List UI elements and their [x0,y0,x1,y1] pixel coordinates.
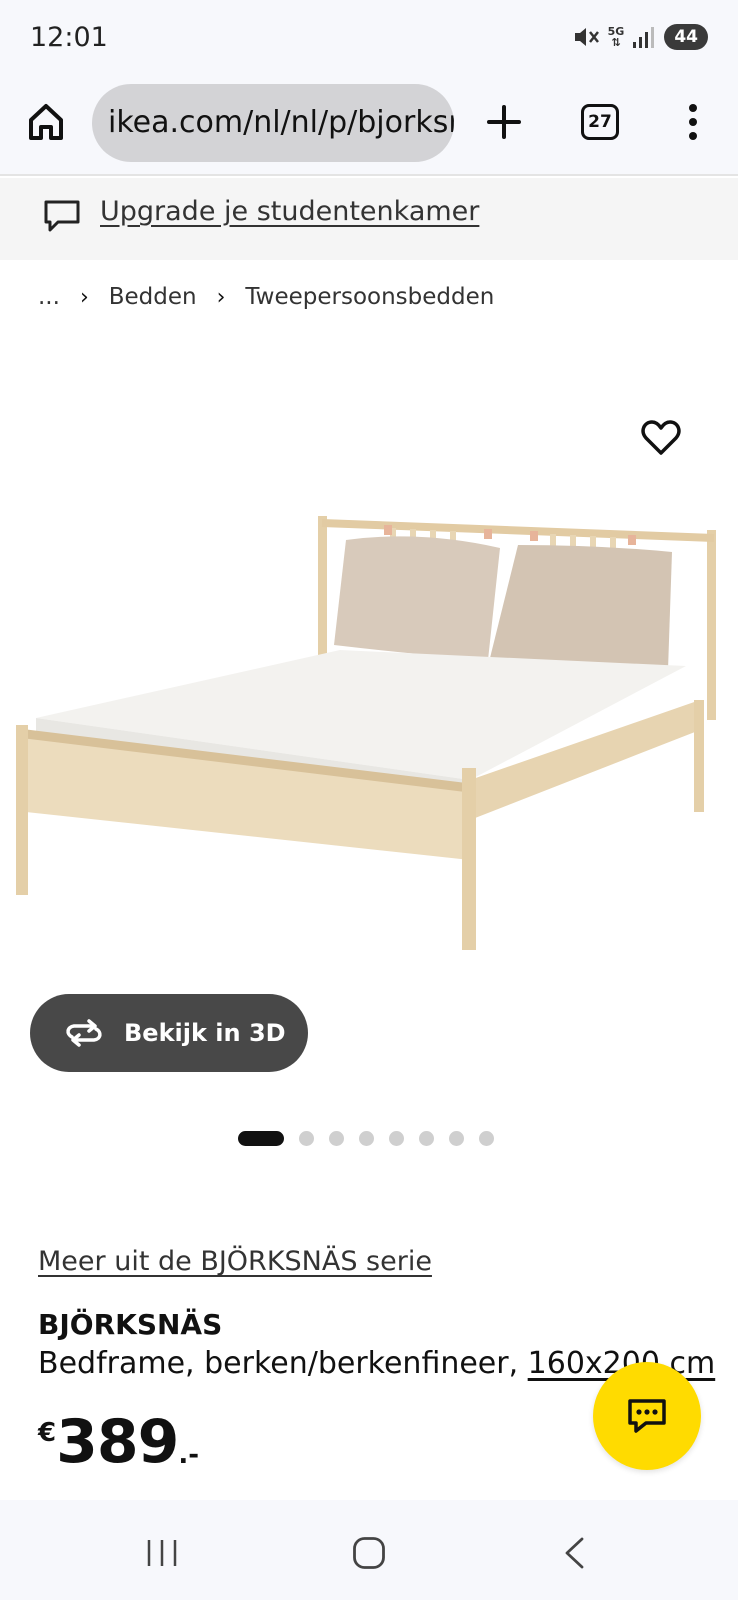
status-bar: 12:01 5G ⇅ 44 [0,0,738,78]
signal-icon [633,27,655,48]
home-icon[interactable] [26,100,66,144]
carousel-dot[interactable] [389,1131,404,1146]
browser-toolbar: ikea.com/nl/nl/p/bjorksnas-bedframe 27 [0,78,738,176]
chat-bubble-icon [44,200,80,232]
chat-icon [628,1399,666,1433]
carousel-dots [238,1131,494,1146]
promo-banner: Upgrade je studentenkamer [0,178,738,260]
product-name: BJÖRKSNÄS [38,1308,223,1341]
price-decimal: .- [178,1440,200,1470]
chevron-right-icon: › [79,284,89,310]
carousel-dot[interactable] [419,1131,434,1146]
price-integer: 389 [56,1407,179,1477]
breadcrumb-item-bedden[interactable]: Bedden [109,284,197,310]
status-time: 12:01 [30,22,108,53]
plus-icon[interactable] [484,100,524,144]
carousel-dot[interactable] [238,1131,284,1146]
product-price: € 389 .- [38,1410,199,1474]
more-vert-icon[interactable] [678,100,708,144]
back-icon[interactable] [562,1536,586,1570]
url-text: ikea.com/nl/nl/p/bjorksnas-bedframe [108,105,454,140]
carousel-dot[interactable] [479,1131,494,1146]
promo-link[interactable]: Upgrade je studentenkamer [100,196,479,227]
recents-icon[interactable] [146,1538,178,1568]
view-3d-button[interactable]: Bekijk in 3D [30,994,308,1072]
carousel-dot[interactable] [359,1131,374,1146]
heart-icon[interactable] [640,418,682,458]
system-nav-bar [0,1500,738,1600]
network-indicator: 5G ⇅ [607,25,625,49]
product-image[interactable] [0,330,738,950]
price-currency: € [38,1418,57,1448]
status-icons: 5G ⇅ 44 [572,24,708,50]
carousel-dot[interactable] [299,1131,314,1146]
rotate-3d-icon [66,1019,102,1047]
chevron-right-icon: › [216,284,226,310]
view-3d-label: Bekijk in 3D [124,1019,286,1047]
breadcrumb-ellipsis[interactable]: ... [38,284,60,310]
mute-icon [574,28,599,46]
tabs-button[interactable]: 27 [581,104,619,140]
battery-indicator: 44 [664,24,708,50]
series-link[interactable]: Meer uit de BJÖRKSNÄS serie [38,1246,432,1277]
breadcrumb-item-tweepersoonsbedden[interactable]: Tweepersoonsbedden [245,284,494,310]
address-bar[interactable]: ikea.com/nl/nl/p/bjorksnas-bedframe [92,84,454,162]
carousel-dot[interactable] [329,1131,344,1146]
product-description-text: Bedframe, berken/berkenfineer, [38,1346,528,1381]
chat-button[interactable] [593,1362,701,1470]
carousel-dot[interactable] [449,1131,464,1146]
breadcrumb: ... › Bedden › Tweepersoonsbedden [38,284,494,310]
home-nav-icon[interactable] [352,1536,386,1570]
